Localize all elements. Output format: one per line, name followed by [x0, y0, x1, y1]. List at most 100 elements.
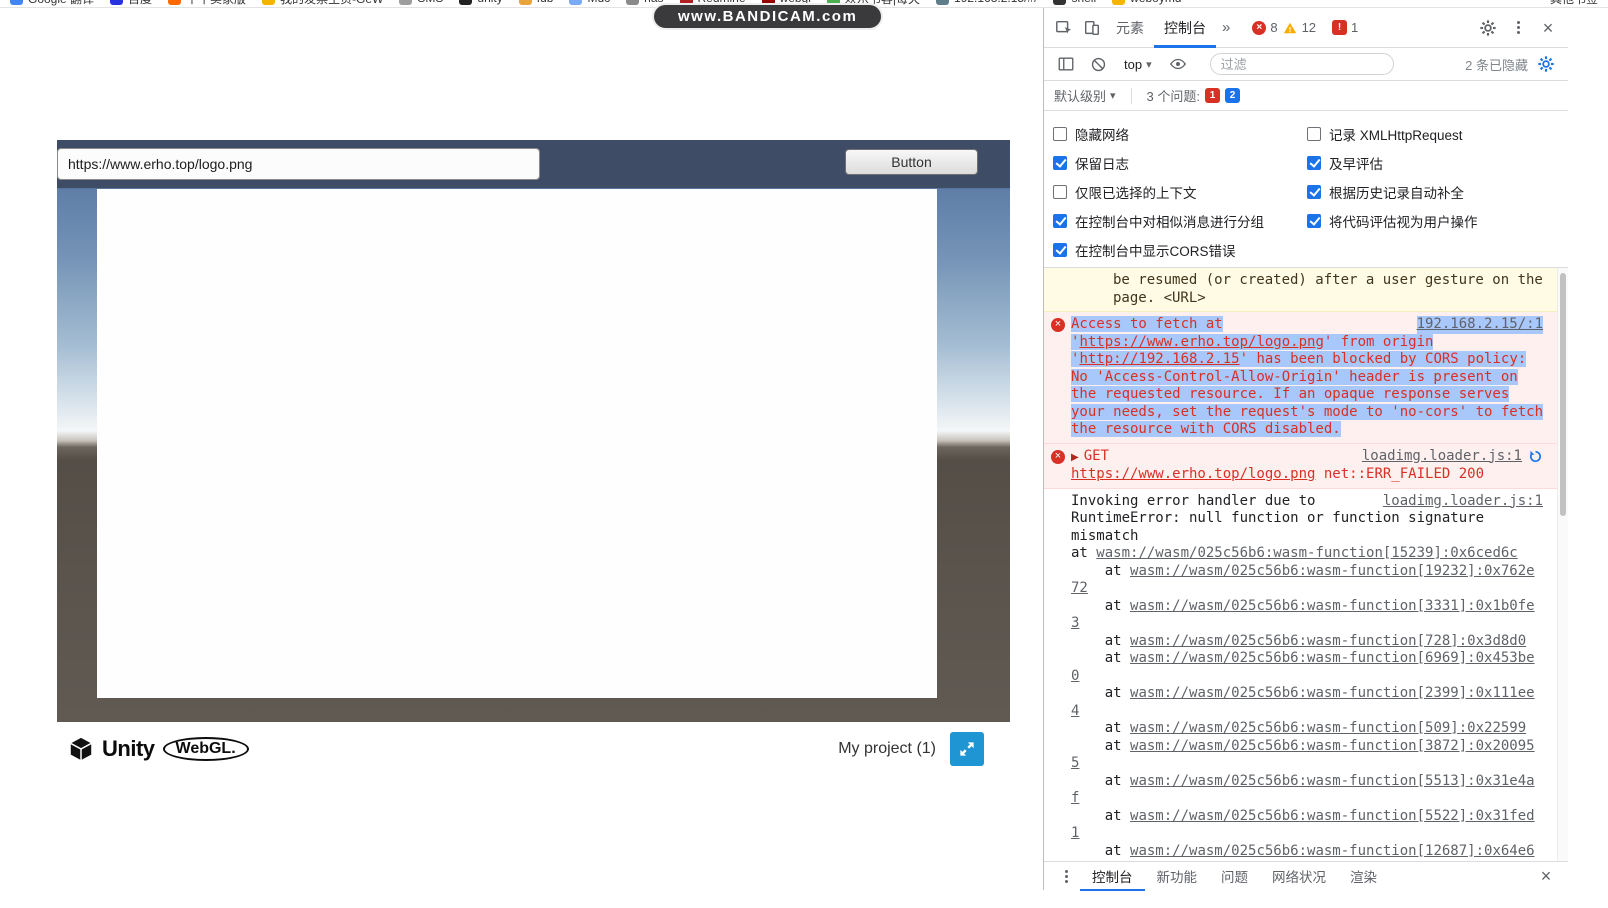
checkbox[interactable] [1053, 242, 1067, 257]
favicon [936, 0, 950, 5]
checkbox-label: 将代码评估视为用户操作 [1329, 214, 1478, 230]
bookmark-item[interactable]: weboymd [1112, 0, 1181, 5]
chevron-down-icon: ▾ [1110, 90, 1116, 102]
expand-triangle-icon[interactable]: ▶ [1071, 452, 1079, 463]
drawer-tab-issues[interactable]: 问题 [1209, 862, 1260, 891]
favicon [1112, 0, 1126, 5]
checkbox-log-xmlhttprequest[interactable]: 记录 XMLHttpRequest [1307, 119, 1568, 148]
close-drawer-icon[interactable]: × [1532, 862, 1560, 890]
console-settings-gear-icon[interactable] [1532, 50, 1560, 78]
checkbox-label: 在控制台中显示CORS错误 [1075, 243, 1236, 259]
drawer-tab-network-conditions[interactable]: 网络状况 [1260, 862, 1338, 891]
close-devtools-icon[interactable]: × [1534, 14, 1562, 42]
bookmark-item[interactable]: SMS [399, 0, 443, 5]
wasm-frame-link[interactable]: wasm://wasm/025c56b6:wasm-function[5513]… [1071, 773, 1535, 807]
checkbox-preserve-log[interactable]: 保留日志 [1053, 148, 1307, 177]
console-sidebar-icon[interactable] [1052, 50, 1080, 78]
source-link[interactable]: 192.168.2.15/:1 [1416, 316, 1543, 334]
checkbox[interactable] [1307, 155, 1321, 170]
other-bookmarks[interactable]: 其他书签 [1550, 0, 1598, 7]
bookmark-item[interactable]: shell [1053, 0, 1096, 5]
failed-request-link[interactable]: https://www.erho.top/logo.png [1071, 466, 1315, 482]
checkbox-eager-evaluation[interactable]: 及早评估 [1307, 148, 1568, 177]
filter-input[interactable] [1209, 53, 1394, 75]
drawer-more-icon[interactable] [1052, 862, 1080, 890]
drawer-tab-rendering[interactable]: 渲染 [1338, 862, 1389, 891]
live-expression-eye-icon[interactable] [1164, 50, 1192, 78]
bookmark-item[interactable]: 百度 [110, 0, 152, 7]
wasm-frame-link[interactable]: wasm://wasm/025c56b6:wasm-function[3872]… [1071, 738, 1535, 772]
unity-button[interactable]: Button [845, 149, 978, 175]
device-toolbar-icon[interactable] [1078, 14, 1106, 42]
checkbox[interactable] [1307, 213, 1321, 228]
project-name: My project (1) [838, 740, 936, 757]
wasm-frame-link[interactable]: wasm://wasm/025c56b6:wasm-function[3331]… [1071, 598, 1535, 632]
issue-info-badge[interactable]: 2 [1225, 88, 1241, 103]
checkbox-autocomplete-history[interactable]: 根据历史记录自动补全 [1307, 177, 1568, 206]
hidden-messages-info[interactable]: 2 条已隐藏 [1465, 55, 1528, 74]
checkbox[interactable] [1053, 213, 1067, 228]
bookmark-item[interactable]: Mdc [569, 0, 610, 5]
scrollbar-thumb[interactable] [1560, 273, 1566, 516]
clear-console-icon[interactable] [1084, 50, 1112, 78]
checkbox-hide-network[interactable]: 隐藏网络 [1053, 119, 1307, 148]
bandicam-watermark: www.BANDICAM.com [652, 3, 884, 30]
fullscreen-button[interactable] [950, 732, 984, 766]
wasm-frame-link[interactable]: wasm://wasm/025c56b6:wasm-function[15239… [1096, 545, 1517, 561]
tab-console[interactable]: 控制台 [1154, 8, 1216, 48]
devtools-panel: 元素 控制台 » × 8 12 ! 1 × top ▾ 过滤 2 条已隐藏 默认… [1043, 8, 1568, 890]
bookmark-item[interactable]: unity [459, 0, 503, 5]
fetch-url-link[interactable]: https://www.erho.top/logo.png [1079, 334, 1323, 350]
checkbox-show-cors-errors[interactable]: 在控制台中显示CORS错误 [1053, 235, 1307, 264]
bookmark-item[interactable]: 我的发票主页-GeW [262, 0, 383, 7]
warning-text: be resumed (or created) after a user ges… [1113, 272, 1543, 306]
issues-count-label[interactable]: 3 个问题: [1147, 86, 1200, 105]
wasm-frame-link[interactable]: wasm://wasm/025c56b6:wasm-function[5522]… [1071, 808, 1535, 842]
wasm-frame-link[interactable]: wasm://wasm/025c56b6:wasm-function[6969]… [1071, 650, 1535, 684]
replay-request-icon[interactable] [1528, 449, 1543, 464]
bookmark-item[interactable]: 千牛卖家版 [168, 0, 246, 7]
checkbox-selected-context-only[interactable]: 仅限已选择的上下文 [1053, 177, 1307, 206]
checkbox-group-similar[interactable]: 在控制台中对相似消息进行分组 [1053, 206, 1307, 235]
drawer-tab-console[interactable]: 控制台 [1080, 862, 1145, 891]
checkbox-label: 记录 XMLHttpRequest [1329, 127, 1463, 143]
more-options-icon[interactable] [1504, 14, 1532, 42]
favicon [168, 0, 182, 5]
favicon [262, 0, 276, 5]
source-link[interactable]: loadimg.loader.js:1 [1383, 493, 1543, 511]
issues-summary[interactable]: ! 1 [1332, 20, 1358, 35]
drawer-tab-whats-new[interactable]: 新功能 [1145, 862, 1210, 891]
url-input[interactable] [57, 148, 540, 180]
console-scrollbar[interactable] [1557, 268, 1568, 861]
unity-canvas[interactable]: Button [57, 140, 1010, 722]
wasm-frame-link[interactable]: wasm://wasm/025c56b6:wasm-function[12687… [1071, 843, 1535, 862]
wasm-frame-link[interactable]: wasm://wasm/025c56b6:wasm-function[2399]… [1071, 685, 1535, 719]
console-messages[interactable]: be resumed (or created) after a user ges… [1044, 268, 1568, 861]
checkbox-evaluate-as-user-action[interactable]: 将代码评估视为用户操作 [1307, 206, 1568, 235]
bookmark-item[interactable]: Google 翻译 [10, 0, 94, 7]
wasm-frame-link[interactable]: wasm://wasm/025c56b6:wasm-function[728]:… [1130, 633, 1526, 649]
checkbox[interactable] [1053, 126, 1067, 141]
error-warning-summary[interactable]: × 8 12 [1252, 20, 1316, 35]
wasm-frame-link[interactable]: wasm://wasm/025c56b6:wasm-function[509]:… [1130, 720, 1526, 736]
tab-elements[interactable]: 元素 [1106, 8, 1154, 48]
checkbox[interactable] [1307, 184, 1321, 199]
favicon [110, 0, 124, 5]
settings-gear-icon[interactable] [1474, 14, 1502, 42]
inspect-element-icon[interactable] [1050, 14, 1078, 42]
source-link[interactable]: loadimg.loader.js:1 [1362, 448, 1522, 466]
unity-logo: Unity [67, 735, 155, 763]
origin-url-link[interactable]: http://192.168.2.15 [1079, 351, 1239, 367]
bookmark-item[interactable]: 192.168.2.15/#/ [936, 0, 1037, 5]
console-runtime-error: loadimg.loader.js:1 Invoking error handl… [1044, 489, 1568, 862]
checkbox[interactable] [1307, 126, 1321, 141]
wasm-frame-link[interactable]: wasm://wasm/025c56b6:wasm-function[19232… [1071, 563, 1535, 597]
log-level-selector[interactable]: 默认级别 ▾ [1054, 86, 1116, 105]
more-tabs-icon[interactable]: » [1216, 19, 1236, 36]
checkbox[interactable] [1053, 184, 1067, 199]
issue-error-badge[interactable]: 1 [1205, 88, 1221, 103]
screenshot-root: Google 翻译 百度 千牛卖家版 我的发票主页-GeW SMS unity … [0, 0, 1608, 908]
checkbox[interactable] [1053, 155, 1067, 170]
bookmark-item[interactable]: fdb [518, 0, 553, 5]
context-selector[interactable]: top ▾ [1116, 57, 1160, 72]
